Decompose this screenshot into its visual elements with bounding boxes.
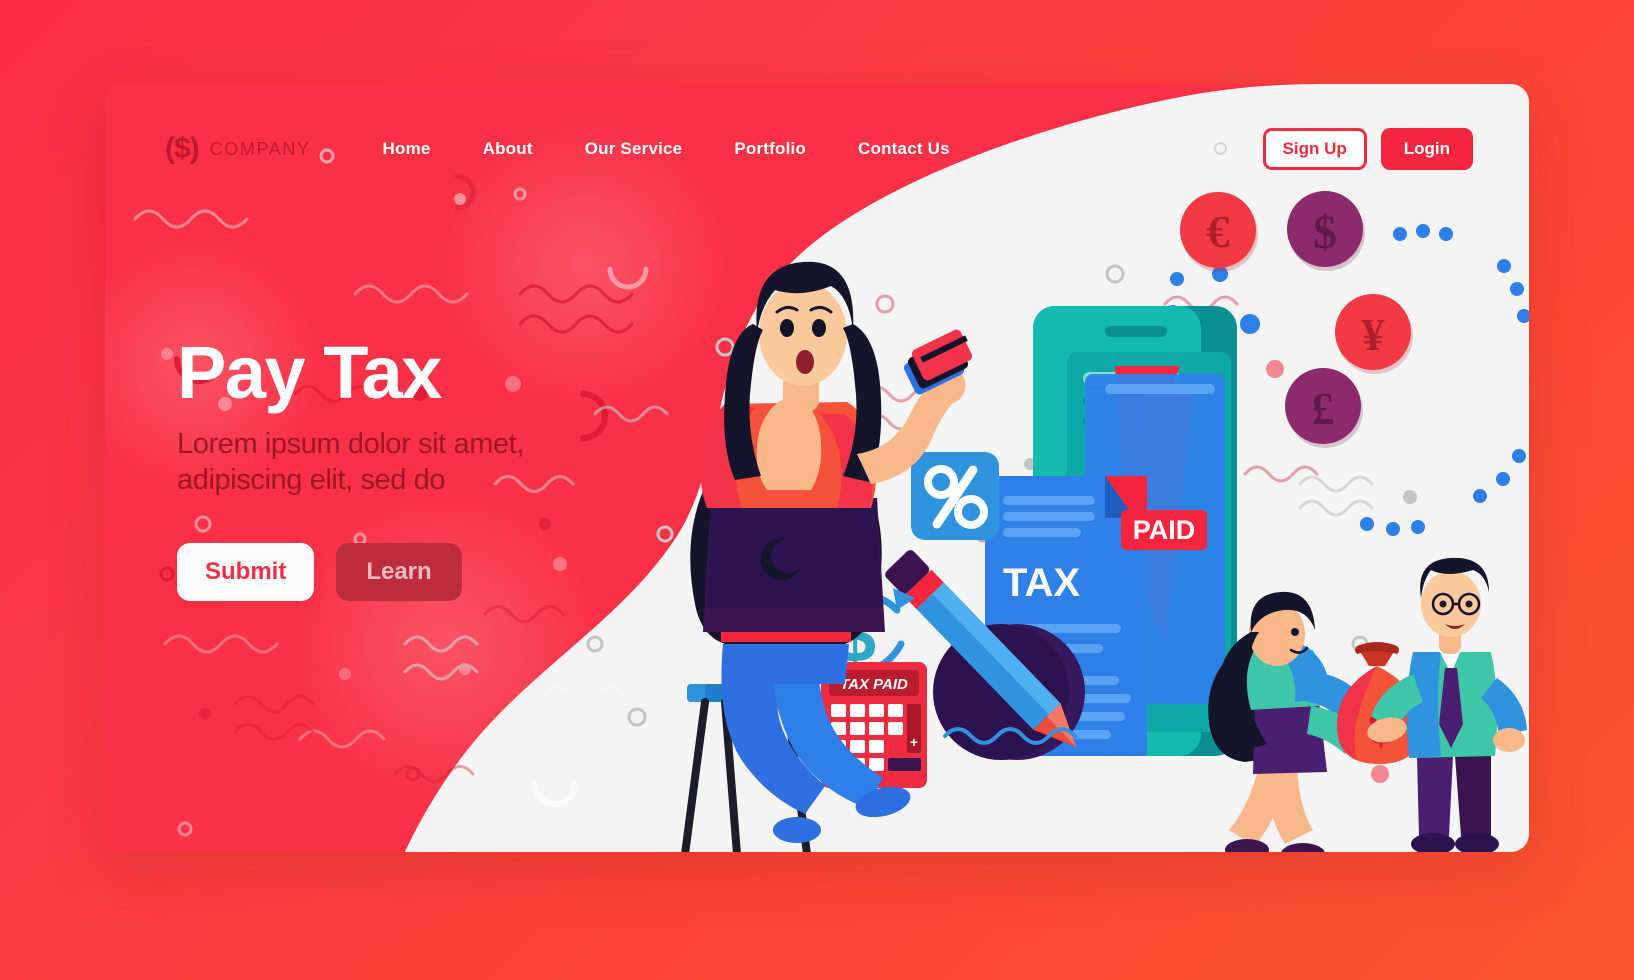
decorative-circle-icon <box>1213 142 1227 156</box>
learn-button[interactable]: Learn <box>336 542 462 601</box>
brand-logo[interactable]: ($) COMPANY <box>165 134 311 164</box>
svg-text:£: £ <box>1312 383 1335 434</box>
nav-links: Home About Our Service Portfolio Contact… <box>383 139 950 159</box>
nav-link-portfolio[interactable]: Portfolio <box>734 139 806 159</box>
nav-link-about[interactable]: About <box>483 139 533 159</box>
man-receiving-money-character <box>1367 557 1527 852</box>
nav-link-our-service[interactable]: Our Service <box>585 139 683 159</box>
woman-with-laptop-character <box>681 261 973 852</box>
sign-up-button[interactable]: Sign Up <box>1262 128 1367 170</box>
hero-subtitle: Lorem ipsum dolor sit amet, adipiscing e… <box>177 428 524 497</box>
brand-name: COMPANY <box>209 138 311 159</box>
calculator-display: TAX PAID <box>840 676 908 693</box>
nav-link-home[interactable]: Home <box>383 139 431 159</box>
svg-text:+: + <box>910 734 918 750</box>
top-navigation: ($) COMPANY Home About Our Service Portf… <box>105 84 1529 214</box>
login-button[interactable]: Login <box>1380 128 1473 170</box>
yen-coin: ¥ <box>1335 294 1413 374</box>
dollar-logo-icon: ($) <box>165 132 200 165</box>
landing-page-card: ($) COMPANY Home About Our Service Portf… <box>105 84 1529 852</box>
paid-badge: PAID <box>1121 510 1207 550</box>
svg-text:¥: ¥ <box>1362 309 1385 360</box>
svg-text:PAID: PAID <box>1133 515 1196 545</box>
tax-document-title: TAX <box>1003 561 1080 605</box>
submit-button[interactable]: Submit <box>177 542 315 601</box>
percent-badge <box>911 452 999 540</box>
nav-actions: Sign Up Login <box>1213 128 1473 170</box>
nav-link-contact-us[interactable]: Contact Us <box>858 139 950 159</box>
pound-coin: £ <box>1285 368 1363 448</box>
hero-section: Pay Tax Lorem ipsum dolor sit amet, adip… <box>177 336 697 601</box>
hero-buttons: Submit Learn <box>177 542 697 601</box>
page-title: Pay Tax <box>177 331 442 414</box>
